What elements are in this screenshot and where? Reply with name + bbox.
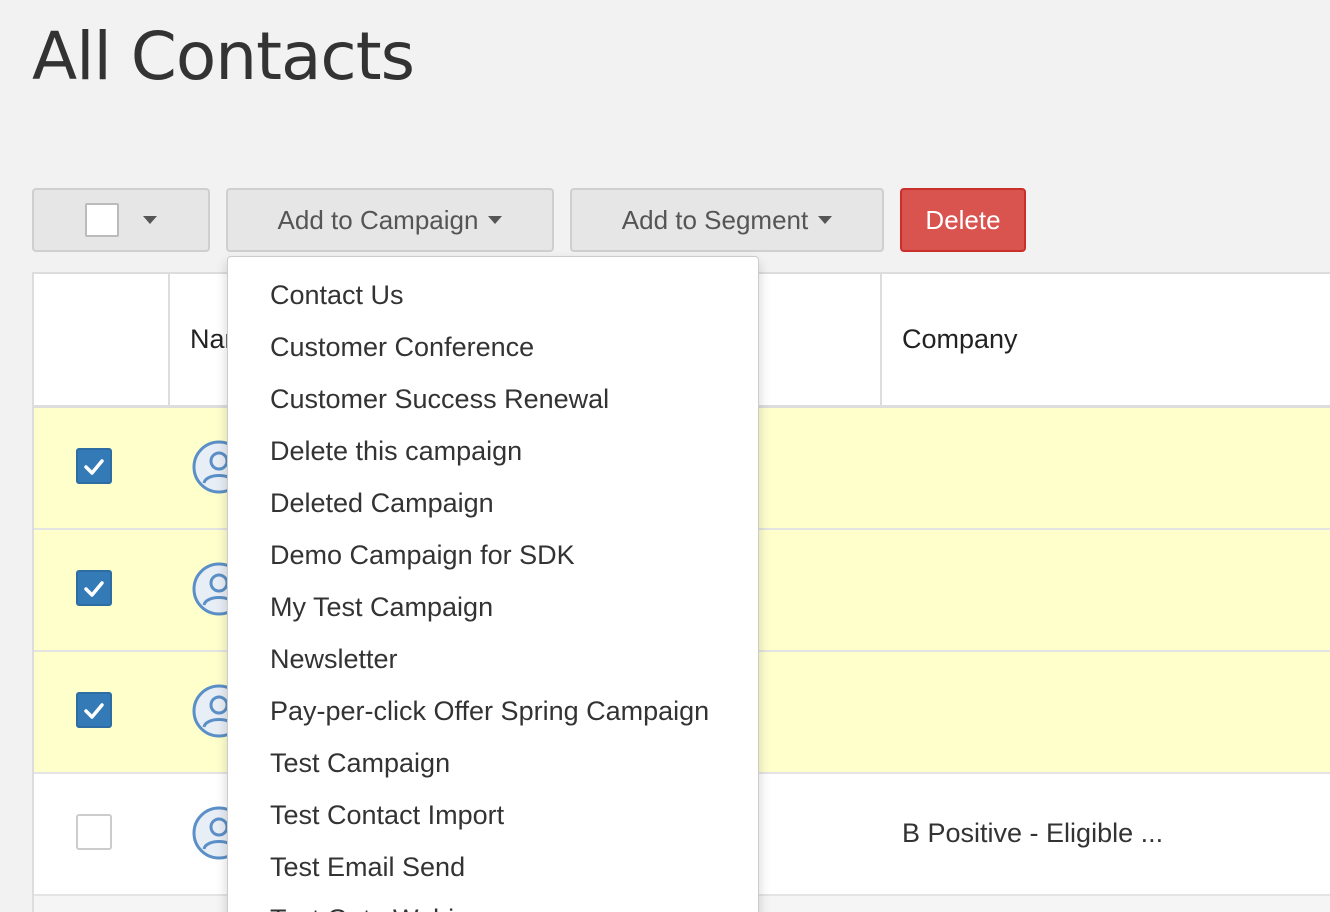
chevron-down-icon: [488, 216, 503, 224]
menu-item-campaign[interactable]: Contact Us: [228, 273, 758, 325]
menu-item-campaign[interactable]: Pay-per-click Offer Spring Campaign: [228, 689, 758, 741]
campaign-list: Contact Us Customer Conference Customer …: [228, 257, 758, 912]
add-to-segment-label: Add to Segment: [621, 204, 809, 235]
checkmark-icon: [84, 459, 104, 475]
checkmark-icon: [84, 703, 104, 719]
row-checkbox[interactable]: [76, 448, 112, 484]
menu-item-campaign[interactable]: Test Contact Import: [228, 793, 758, 845]
menu-item-campaign[interactable]: Customer Conference: [228, 325, 758, 377]
row-checkbox[interactable]: [76, 692, 112, 728]
menu-item-campaign[interactable]: Deleted Campaign: [228, 481, 758, 533]
row-checkbox[interactable]: [76, 814, 112, 850]
header-checkbox-column: [34, 274, 170, 405]
campaign-dropdown-menu: Contact Us Customer Conference Customer …: [227, 256, 759, 912]
menu-item-campaign[interactable]: Test Goto Webinar: [228, 897, 758, 912]
menu-item-campaign[interactable]: Newsletter: [228, 637, 758, 689]
add-to-segment-button[interactable]: Add to Segment: [570, 188, 884, 252]
menu-item-campaign[interactable]: My Test Campaign: [228, 585, 758, 637]
menu-item-campaign[interactable]: Test Campaign: [228, 741, 758, 793]
menu-item-campaign[interactable]: Test Email Send: [228, 845, 758, 897]
menu-item-campaign[interactable]: Delete this campaign: [228, 429, 758, 481]
menu-item-campaign[interactable]: Customer Success Renewal: [228, 377, 758, 429]
page-title: All Contacts: [32, 18, 415, 95]
add-to-campaign-label: Add to Campaign: [277, 204, 479, 235]
chevron-down-icon: [143, 216, 157, 224]
menu-item-campaign[interactable]: Demo Campaign for SDK: [228, 533, 758, 585]
row-checkbox[interactable]: [76, 570, 112, 606]
header-company[interactable]: Company: [882, 274, 1330, 405]
select-all-dropdown[interactable]: [32, 188, 210, 252]
company-cell: B Positive - Eligible ...: [902, 818, 1164, 848]
chevron-down-icon: [818, 216, 833, 224]
delete-button[interactable]: Delete: [900, 188, 1026, 252]
add-to-campaign-button[interactable]: Add to Campaign: [226, 188, 554, 252]
checkmark-icon: [84, 581, 104, 597]
select-all-checkbox[interactable]: [85, 203, 119, 237]
